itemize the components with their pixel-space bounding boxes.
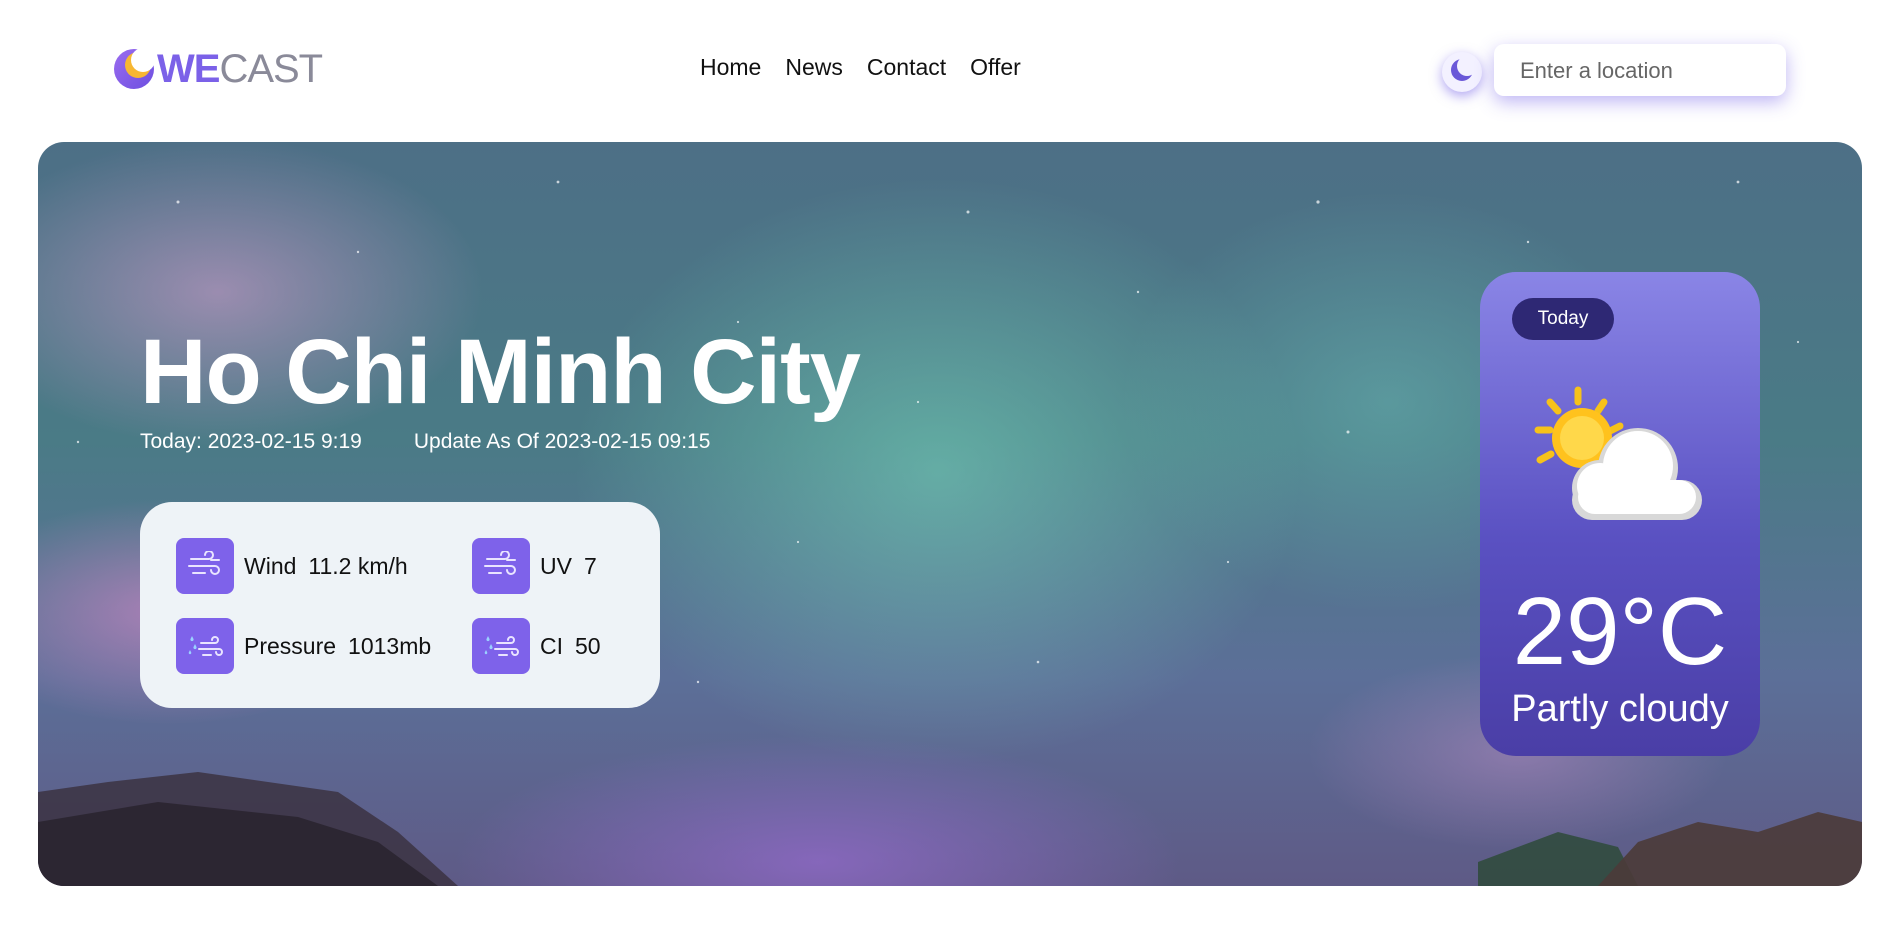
weather-condition: Partly cloudy bbox=[1511, 688, 1729, 730]
stat-uv-value: 7 bbox=[583, 552, 597, 579]
nav-home[interactable]: Home bbox=[700, 54, 761, 81]
stat-uv-label: UV bbox=[540, 552, 572, 579]
rain-wind-icon bbox=[472, 618, 530, 674]
moon-icon bbox=[1449, 55, 1477, 88]
wind-icon bbox=[472, 538, 530, 594]
partly-cloudy-icon bbox=[1520, 380, 1710, 535]
weather-stats-panel: Wind 11.2 km/h UV 7 Pressure 1013mb CI 5… bbox=[140, 502, 660, 708]
nav-news[interactable]: News bbox=[785, 54, 843, 81]
city-name: Ho Chi Minh City bbox=[140, 321, 861, 423]
stat-ci: CI 50 bbox=[472, 618, 601, 674]
top-bar: WECAST Home News Contact Offer bbox=[0, 0, 1898, 140]
logo-text-cast: CAST bbox=[219, 47, 323, 91]
nav-offer[interactable]: Offer bbox=[970, 54, 1021, 81]
nav-contact[interactable]: Contact bbox=[867, 54, 946, 81]
current-temperature: 29°C bbox=[1512, 578, 1728, 685]
hero-banner: Ho Chi Minh City Today: 2023-02-15 9:19 … bbox=[38, 142, 1862, 886]
stat-wind-value: 11.2 km/h bbox=[308, 552, 408, 579]
last-updated-time: Update As Of 2023-02-15 09:15 bbox=[413, 430, 711, 453]
logo-text: WECAST bbox=[157, 47, 323, 91]
stat-ci-label: CI bbox=[540, 632, 563, 659]
stat-uv: UV 7 bbox=[472, 538, 597, 594]
stat-pressure-value: 1013mb bbox=[348, 632, 432, 659]
stat-ci-value: 50 bbox=[575, 632, 601, 659]
location-search bbox=[1494, 44, 1786, 98]
rain-wind-icon bbox=[176, 618, 234, 674]
stat-wind-label: Wind bbox=[244, 552, 297, 579]
stat-pressure: Pressure 1013mb bbox=[176, 618, 431, 674]
wind-icon bbox=[176, 538, 234, 594]
today-weather-card: Today 29°C Partly cloudy bbox=[1480, 272, 1760, 756]
stat-pressure-label: Pressure bbox=[244, 632, 337, 659]
datetime-row: Today: 2023-02-15 9:19 Update As Of 2023… bbox=[140, 430, 710, 454]
current-date-time: Today: 2023-02-15 9:19 bbox=[140, 430, 362, 453]
today-badge[interactable]: Today bbox=[1512, 298, 1614, 340]
theme-toggle-button[interactable] bbox=[1442, 52, 1482, 92]
logo-text-we: WE bbox=[157, 47, 220, 91]
location-search-input[interactable] bbox=[1494, 44, 1782, 98]
stat-wind: Wind 11.2 km/h bbox=[176, 538, 408, 594]
main-nav: Home News Contact Offer bbox=[700, 54, 1021, 81]
logo[interactable]: WECAST bbox=[112, 46, 323, 92]
crescent-moon-icon bbox=[112, 47, 156, 91]
